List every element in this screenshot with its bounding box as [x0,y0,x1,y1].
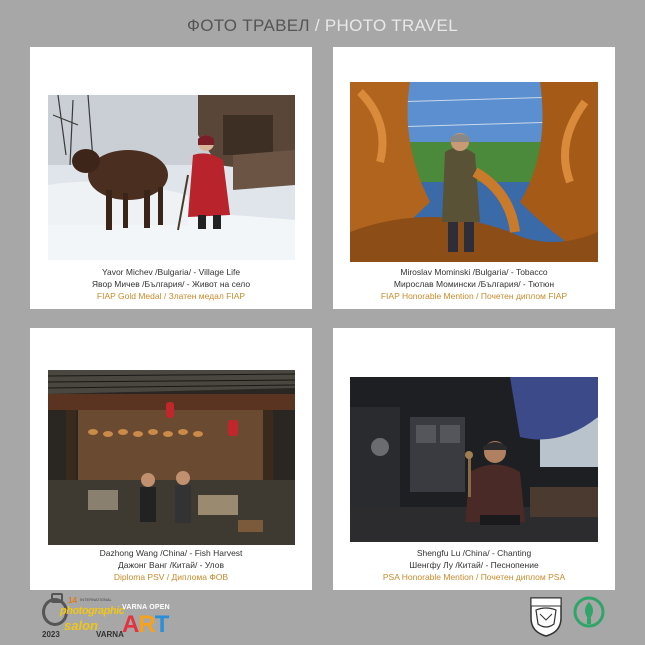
page-title: ФОТО ТРАВЕЛ / PHOTO TRAVEL [0,16,645,36]
caption-bg: Шенгфу Лу /Китай/ - Песнопение [409,560,539,570]
award-label: PSA Honorable Mention / Почетен диплом P… [382,572,566,582]
caption-bg: Явор Мичев /България/ - Живот на село [91,279,251,289]
salon-word: salon [64,618,98,633]
photo-chanting[interactable] [350,377,598,542]
varna-crest-icon [530,597,562,637]
title-en: PHOTO TRAVEL [324,16,458,35]
award-label: FIAP Gold Medal / Златен медал FIAP [96,291,246,301]
innovator-logo-icon [573,596,605,628]
photo-card-village-life[interactable]: Yavor Michev /Bulgaria/ - Village Life Я… [30,47,312,309]
title-bg: ФОТО ТРАВЕЛ [187,16,310,35]
photo-salon-logo: 14 INTERNATIONAL photographic salon 2023… [40,593,125,642]
caption-bg: Дажонг Ванг /Китай/ - Улов [118,560,224,570]
photo-card-tobacco[interactable]: Miroslav Mominski /Bulgaria/ - Tobacco М… [333,47,615,309]
salon-international: INTERNATIONAL [80,597,112,602]
photo-village-life[interactable] [48,95,295,260]
caption-en: Miroslav Mominski /Bulgaria/ - Tobacco [400,267,548,277]
award-label: Diploma PSV / Диплома ФОВ [113,572,229,582]
title-separator: / [314,16,320,35]
varna-open-label: VARNA OPEN [122,604,170,611]
photo-fish-harvest[interactable] [48,370,295,545]
caption-en: Yavor Michev /Bulgaria/ - Village Life [101,267,241,277]
caption: Shengfu Lu /China/ - Chanting Шенгфу Лу … [333,547,615,583]
photo-card-chanting[interactable]: Shengfu Lu /China/ - Chanting Шенгфу Лу … [333,328,615,590]
footer: 14 INTERNATIONAL photographic salon 2023… [0,592,645,645]
salon-year: 2023 [42,630,60,639]
salon-photographic: photographic [60,605,125,617]
caption: Miroslav Mominski /Bulgaria/ - Tobacco М… [333,266,615,302]
caption-bg: Мирослав Момински /България/ - Тютюн [393,279,555,289]
varna-open-art-logo: VARNA OPEN ART [122,604,174,642]
caption: Dazhong Wang /China/ - Fish Harvest Дажо… [30,547,312,583]
photo-tobacco[interactable] [350,82,598,262]
caption-en: Shengfu Lu /China/ - Chanting [416,548,532,558]
award-label: FIAP Honorable Mention / Почетен диплом … [380,291,568,301]
art-wordmark: ART [122,611,169,638]
caption: Yavor Michev /Bulgaria/ - Village Life Я… [30,266,312,302]
salon-edition: 14 [68,596,77,605]
caption-en: Dazhong Wang /China/ - Fish Harvest [99,548,243,558]
photo-card-fish-harvest[interactable]: Dazhong Wang /China/ - Fish Harvest Дажо… [30,328,312,590]
salon-city: VARNA [96,630,124,639]
